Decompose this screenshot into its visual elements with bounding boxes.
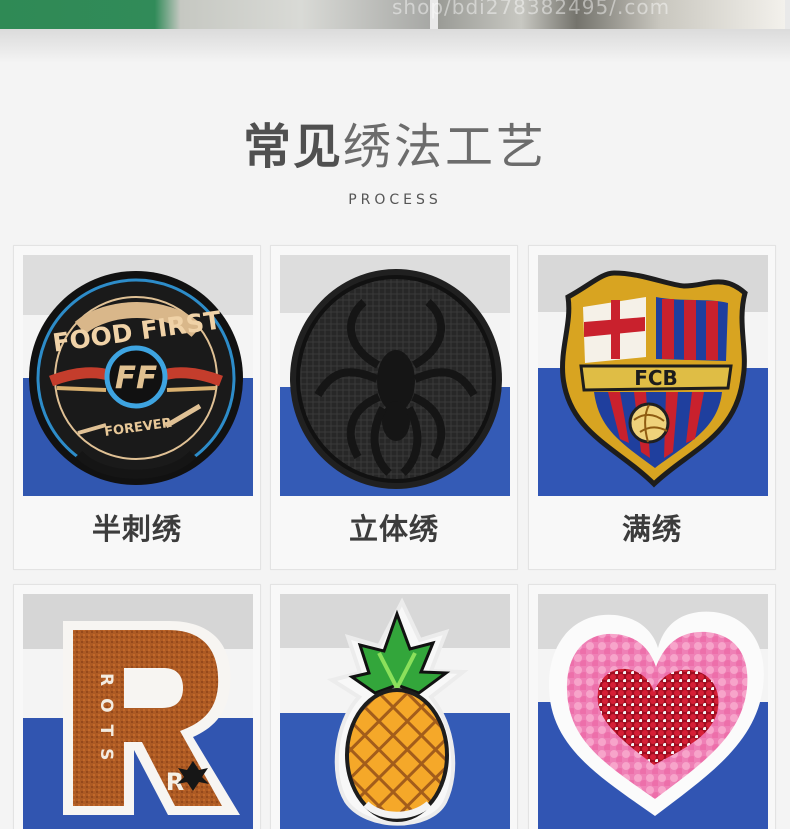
page-title-light: 绣法工艺 bbox=[343, 119, 548, 175]
r-chenille-patch-icon: R ROTS bbox=[23, 594, 253, 829]
top-photo-strip: shop/bdi278382495/.com bbox=[0, 0, 790, 29]
card-label-3d: 立体绣 bbox=[348, 512, 439, 546]
embroidery-card-full: FCB 满绣 bbox=[528, 245, 776, 570]
embroidery-card-chenille: R ROTS bbox=[13, 584, 261, 829]
embroidery-card-pineapple bbox=[270, 584, 518, 829]
embroidery-card-sequin bbox=[528, 584, 776, 829]
top-factory-photo-left bbox=[0, 0, 430, 29]
sequin-embroidery-photo bbox=[538, 594, 768, 829]
sequin-heart-patch-icon bbox=[538, 594, 768, 829]
chenille-side-text: ROTS bbox=[96, 673, 116, 772]
crest-text: FCB bbox=[634, 366, 678, 390]
page-title-strong: 常见 bbox=[242, 119, 343, 175]
top-strip-shadow bbox=[0, 29, 790, 63]
process-section: shop/bdi278382495/.com 常见绣法工艺 PROCESS FO… bbox=[0, 0, 790, 829]
full-embroidery-photo: FCB bbox=[538, 255, 768, 496]
card-label-half: 半刺绣 bbox=[91, 512, 182, 546]
page-subtitle: PROCESS bbox=[348, 192, 442, 208]
three-d-embroidery-photo bbox=[280, 255, 510, 496]
embroidery-card-3d: 立体绣 bbox=[270, 245, 518, 570]
embroidery-card-half: FOOD FIRST FF FOREVER 半刺绣 bbox=[13, 245, 261, 570]
spider-patch-icon bbox=[280, 255, 510, 496]
patch-monogram: FF bbox=[115, 360, 157, 396]
page-title: 常见绣法工艺 bbox=[0, 116, 790, 178]
pineapple-embroidery-photo bbox=[280, 594, 510, 829]
photo-watermark: shop/bdi278382495/.com bbox=[392, 0, 671, 19]
fcb-crest-patch-icon: FCB bbox=[538, 255, 768, 496]
pineapple-patch-icon bbox=[280, 594, 510, 829]
food-first-patch-icon: FOOD FIRST FF FOREVER bbox=[23, 255, 253, 496]
chenille-embroidery-photo: R ROTS bbox=[23, 594, 253, 829]
half-embroidery-photo: FOOD FIRST FF FOREVER bbox=[23, 255, 253, 496]
card-label-full: 满绣 bbox=[621, 512, 682, 546]
